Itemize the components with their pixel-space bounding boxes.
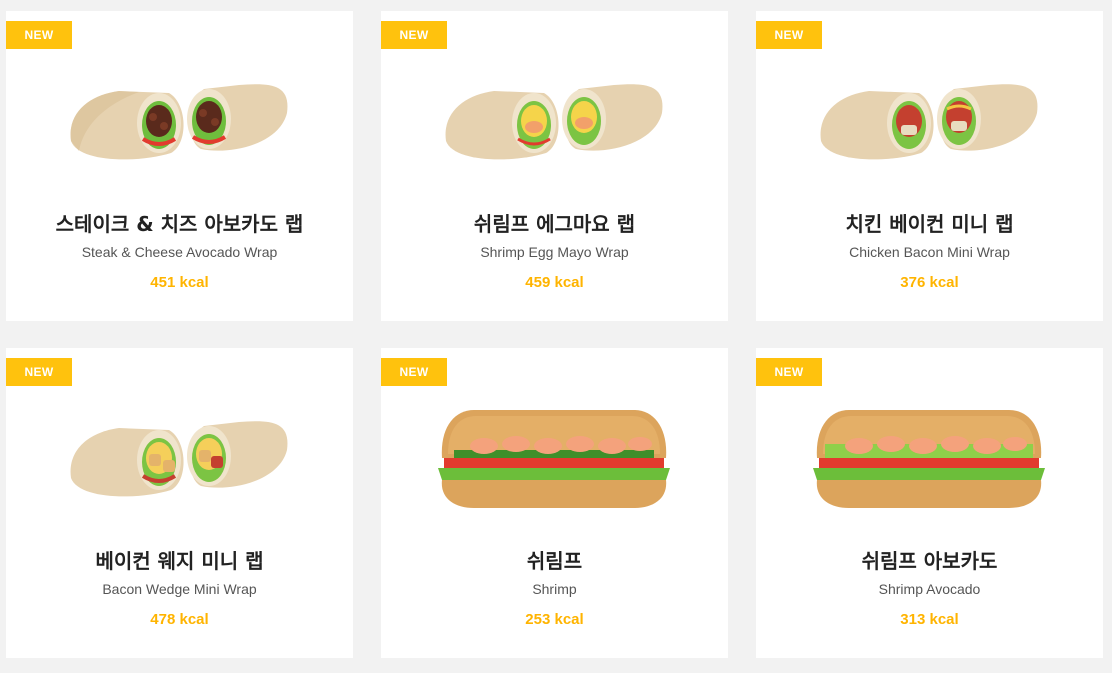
product-calories: 253 kcal	[525, 611, 584, 628]
product-image	[381, 51, 728, 191]
product-image	[756, 51, 1103, 191]
menu-card[interactable]: NEW 쉬림프 Shrimp 253 kcal	[381, 348, 728, 658]
product-calories: 459 kcal	[525, 274, 584, 291]
product-image	[6, 388, 353, 528]
product-name-english: Steak & Cheese Avocado Wrap	[81, 244, 278, 260]
new-badge: NEW	[6, 358, 72, 386]
product-name-korean: 치킨 베이컨 미니 랩	[845, 212, 1014, 236]
product-name-english: Chicken Bacon Mini Wrap	[849, 244, 1010, 260]
product-name-english: Shrimp Avocado	[878, 581, 981, 597]
new-badge: NEW	[381, 358, 447, 386]
menu-card[interactable]: NEW 스테이크 & 치즈 아보카도 랩 Steak & Cheese Avoc…	[6, 11, 353, 321]
product-calories: 313 kcal	[900, 611, 959, 628]
product-image	[756, 388, 1103, 528]
product-image	[6, 51, 353, 191]
menu-card[interactable]: NEW 치킨 베이컨 미니 랩 Chicken Bacon Mini Wrap …	[756, 11, 1103, 321]
menu-card[interactable]: NEW 베이컨 웨지 미니 랩 Bacon Wedge Mini Wrap 47…	[6, 348, 353, 658]
sandwich-shrimp-image	[438, 410, 670, 508]
new-badge: NEW	[756, 21, 822, 49]
menu-grid: NEW 스테이크 & 치즈 아보카도 랩 Steak & Cheese Avoc…	[0, 0, 1112, 673]
product-name-korean: 스테이크 & 치즈 아보카도 랩	[55, 212, 304, 236]
product-name-korean: 쉬림프 아보카도	[861, 549, 998, 573]
wrap-bacon-wedge-image	[70, 421, 288, 497]
product-name-english: Bacon Wedge Mini Wrap	[102, 581, 257, 597]
product-calories: 478 kcal	[150, 611, 209, 628]
product-name-english: Shrimp Egg Mayo Wrap	[480, 244, 629, 260]
product-name-korean: 베이컨 웨지 미니 랩	[95, 549, 264, 573]
product-calories: 376 kcal	[900, 274, 959, 291]
new-badge: NEW	[756, 358, 822, 386]
new-badge: NEW	[381, 21, 447, 49]
wrap-egg-shrimp-image	[445, 84, 663, 160]
sandwich-shrimp-avocado-image	[813, 410, 1045, 508]
product-name-english: Shrimp	[532, 581, 577, 597]
menu-card[interactable]: NEW 쉬림프 아보카도 Shrimp Avocado 313 kcal	[756, 348, 1103, 658]
wrap-chicken-bacon-image	[820, 84, 1038, 160]
product-name-korean: 쉬림프 에그마요 랩	[473, 212, 636, 236]
wrap-steak-image	[70, 84, 288, 160]
product-image	[381, 388, 728, 528]
product-name-korean: 쉬림프	[526, 549, 583, 573]
new-badge: NEW	[6, 21, 72, 49]
product-calories: 451 kcal	[150, 274, 209, 291]
menu-card[interactable]: NEW 쉬림프 에그마요 랩 Shrimp Egg Mayo Wrap 459 …	[381, 11, 728, 321]
